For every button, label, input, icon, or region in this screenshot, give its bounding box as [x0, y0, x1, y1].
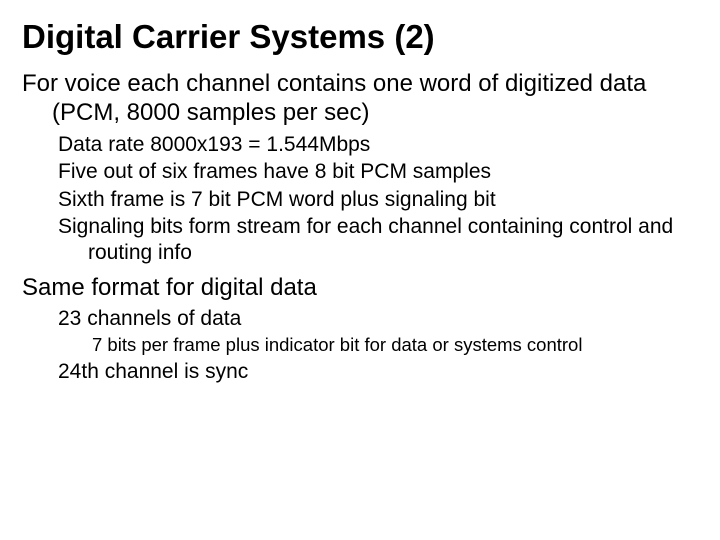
slide: Digital Carrier Systems (2) For voice ea…: [0, 0, 720, 384]
bullet-voice: For voice each channel contains one word…: [22, 70, 698, 128]
bullet-23-channels: 23 channels of data: [22, 306, 698, 332]
bullet-7-bits: 7 bits per frame plus indicator bit for …: [22, 334, 698, 357]
bullet-24th-channel: 24th channel is sync: [22, 359, 698, 385]
bullet-five-frames: Five out of six frames have 8 bit PCM sa…: [22, 159, 698, 185]
bullet-signaling: Signaling bits form stream for each chan…: [22, 214, 698, 265]
bullet-same-format: Same format for digital data: [22, 274, 698, 303]
bullet-sixth-frame: Sixth frame is 7 bit PCM word plus signa…: [22, 187, 698, 213]
slide-title: Digital Carrier Systems (2): [22, 18, 698, 56]
bullet-datarate: Data rate 8000x193 = 1.544Mbps: [22, 132, 698, 158]
